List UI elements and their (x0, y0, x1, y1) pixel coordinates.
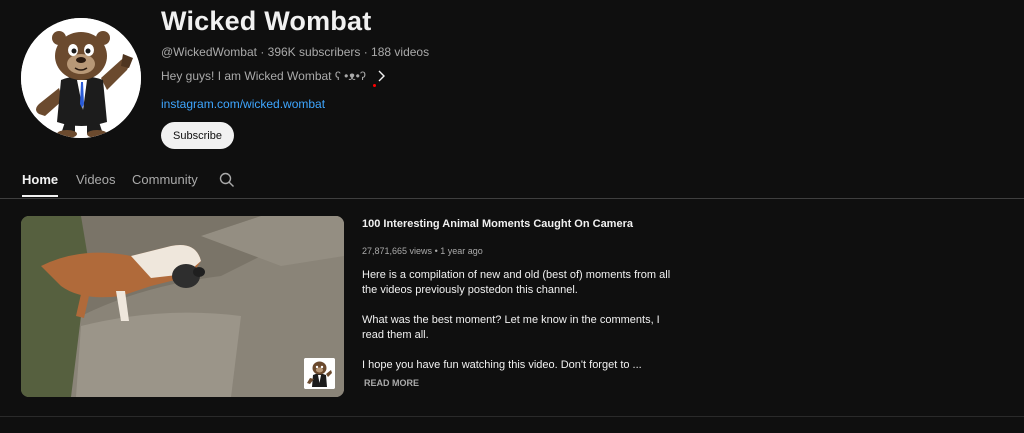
tab-community[interactable]: Community (132, 172, 198, 187)
video-age: 1 year ago (440, 246, 483, 256)
meta-separator: · (360, 45, 372, 59)
tab-home[interactable]: Home (22, 172, 58, 187)
wombat-mascot-image (21, 18, 141, 138)
channel-header: Wicked Wombat @WickedWombat · 396K subsc… (0, 0, 1024, 160)
channel-watermark (304, 358, 335, 389)
video-views: 27,871,665 views (362, 246, 433, 256)
subscribe-button[interactable]: Subscribe (161, 122, 234, 149)
thumbnail-image (21, 216, 344, 397)
channel-description[interactable]: Hey guys! I am Wicked Wombat ʕ •ᴥ•ʔ (161, 69, 386, 83)
chevron-right-icon[interactable] (376, 69, 386, 83)
meta-separator: • (432, 246, 441, 256)
video-description-paragraph: What was the best moment? Let me know in… (362, 314, 660, 341)
tab-videos[interactable]: Videos (76, 172, 116, 187)
video-count: 188 videos (371, 45, 430, 59)
video-title[interactable]: 100 Interesting Animal Moments Caught On… (362, 218, 633, 230)
active-tab-indicator (22, 195, 58, 197)
video-thumbnail[interactable] (21, 216, 344, 397)
channel-meta: @WickedWombat · 396K subscribers · 188 v… (161, 45, 429, 59)
video-description: Here is a compilation of new and old (be… (362, 268, 682, 388)
channel-link[interactable]: instagram.com/wicked.wombat (161, 97, 325, 111)
red-dot-marker (373, 84, 376, 87)
video-description-paragraph: I hope you have fun watching this video.… (362, 359, 642, 371)
channel-name: Wicked Wombat (161, 6, 372, 36)
channel-avatar[interactable] (21, 18, 141, 138)
search-icon[interactable] (219, 172, 235, 188)
subscriber-count: 396K subscribers (267, 45, 361, 59)
read-more-button[interactable]: READ MORE (364, 378, 419, 388)
video-description-paragraph: Here is a compilation of new and old (be… (362, 269, 671, 296)
channel-handle: @WickedWombat (161, 45, 257, 59)
channel-tabs: Home Videos Community (0, 160, 1024, 199)
video-meta: 27,871,665 views • 1 year ago (362, 246, 483, 256)
featured-video-section: 100 Interesting Animal Moments Caught On… (0, 198, 1024, 417)
meta-separator: · (256, 45, 268, 59)
wombat-watermark-icon (304, 358, 335, 389)
channel-description-text: Hey guys! I am Wicked Wombat ʕ •ᴥ•ʔ (161, 69, 366, 83)
